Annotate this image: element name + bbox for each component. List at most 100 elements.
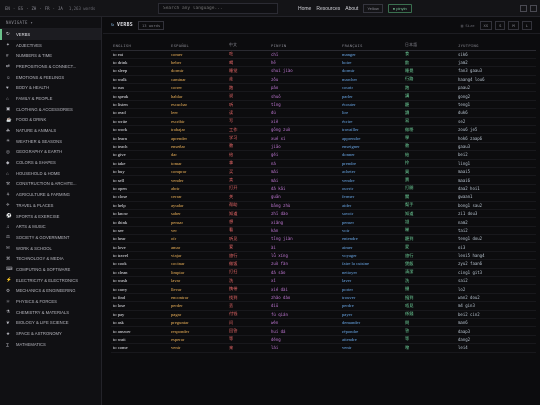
table-row[interactable]: to buy comprar 买 mǎi acheter 買 maai5 bbox=[111, 167, 536, 177]
table-row[interactable]: to walk caminar 走 zǒu marcher 行路 haang4 lou6 bbox=[111, 75, 536, 85]
sidebar-item-food-drink[interactable]: ☕ FOOD & DRINK bbox=[0, 115, 101, 126]
english-cell: to run bbox=[111, 83, 169, 93]
table-row[interactable]: to run correr 跑 pǎo courir 跑 paau2 bbox=[111, 83, 536, 93]
column-header-japanese[interactable]: 日本語 bbox=[403, 41, 456, 51]
table-row[interactable]: to wash lavar 洗 xǐ laver 洗 sai2 bbox=[111, 276, 536, 286]
size-s-button[interactable]: S bbox=[495, 21, 506, 30]
sidebar-item-label: ARTS & MUSIC bbox=[16, 224, 46, 230]
sidebar-item-geography-earth[interactable]: ◎ GEOGRAPHY & EARTH bbox=[0, 147, 101, 158]
table-row[interactable]: to ask preguntar 问 wèn demander 問 man6 bbox=[111, 318, 536, 328]
japanese-cell: 寫 bbox=[403, 117, 456, 127]
french-cell: parler bbox=[340, 91, 403, 101]
table-row[interactable]: to write escribir 写 xiě écrire 寫 se2 bbox=[111, 117, 536, 127]
table-row[interactable]: to love amar 爱 ài aimer 愛 oi3 bbox=[111, 242, 536, 252]
table-row[interactable]: to cook cocinar 做饭 zuò fàn faire la cuisine 煲… bbox=[111, 259, 536, 269]
table-row[interactable]: to speak hablar 说 shuō parler 講 gong2 bbox=[111, 91, 536, 101]
nav-resources-link[interactable]: Resources bbox=[316, 6, 340, 12]
sidebar-list: ↻ VERBS ✦ ADJECTIVES # NUMBERS & TIME ⇄ PREPOSI… bbox=[0, 29, 101, 350]
nav-about-link[interactable]: About bbox=[345, 6, 358, 12]
table-row[interactable]: to work trabajar 工作 gōng zuò travailler 做嘢 zou… bbox=[111, 125, 536, 135]
sidebar-item-household-home[interactable]: ⌂ HOUSEHOLD & HOME bbox=[0, 168, 101, 179]
sidebar-item-adjectives[interactable]: ✦ ADJECTIVES bbox=[0, 40, 101, 51]
pinyin-cell: ná bbox=[269, 159, 340, 168]
sidebar-item-society-government[interactable]: ⚖ SOCIETY & GOVERNMENT bbox=[0, 232, 101, 243]
table-row[interactable]: to find encontrar 找到 zhǎo dào trouver 搗到 wan2 … bbox=[111, 293, 536, 303]
sidebar-item-verbs[interactable]: ↻ VERBS bbox=[0, 29, 101, 40]
sidebar-item-body-health[interactable]: ♥ BODY & HEALTH bbox=[0, 82, 101, 93]
sidebar-item-work-school[interactable]: ✉ WORK & SCHOOL bbox=[0, 243, 101, 254]
column-header-chinese[interactable]: 中文 bbox=[227, 41, 269, 51]
lang-code[interactable]: ZH bbox=[32, 6, 37, 11]
pinyin-toggle[interactable]: ● pinyin bbox=[387, 4, 412, 13]
table-row[interactable]: to wait esperar 等 děng attendre 等 dang2 bbox=[111, 335, 536, 345]
sidebar-item-computing-software[interactable]: ⌨ COMPUTING & SOFTWARE bbox=[0, 264, 101, 275]
search-input[interactable] bbox=[158, 3, 278, 14]
table-row[interactable]: to sleep dormir 睡觉 shuì jiào dormir 睡覺 fan3 ga… bbox=[111, 66, 536, 76]
size-l-button[interactable]: L bbox=[521, 21, 532, 30]
lang-code[interactable]: JA bbox=[58, 6, 63, 11]
table-row[interactable]: to travel viajar 旅行 lǚ xíng voyager 旅行 leoi5 h… bbox=[111, 251, 536, 261]
sidebar-item-mathematics[interactable]: ∑ MATHEMATICS bbox=[0, 339, 101, 350]
table-row[interactable]: to help ayudar 帮助 bāng zhù aider 幫手 bong1 sau2 bbox=[111, 201, 536, 210]
table-row[interactable]: to sell vender 卖 mài vendre 賣 maai6 bbox=[111, 175, 536, 185]
sidebar-item-nature-animals[interactable]: ☘ NATURE & ANIMALS bbox=[0, 125, 101, 136]
sidebar-heading[interactable]: NAVIGATE ▾ bbox=[0, 17, 101, 29]
sidebar-item-sports-exercise[interactable]: ⚽ SPORTS & EXERCISE bbox=[0, 211, 101, 222]
sidebar-item-travel-places[interactable]: ✈ TRAVEL & PLACES bbox=[0, 200, 101, 211]
mode-pill[interactable]: Yellow bbox=[363, 4, 383, 13]
sidebar-item-technology-media[interactable]: ⌘ TECHNOLOGY & MEDIA bbox=[0, 253, 101, 264]
table-row[interactable]: to open abrir 打开 dǎ kāi ouvrir 打開 daa2 hoi1 bbox=[111, 184, 536, 194]
size-m-button[interactable]: M bbox=[508, 21, 519, 30]
table-row[interactable]: to lose perder 丢 diū perdre 唔見 m4 gin3 bbox=[111, 301, 536, 311]
nav-home-link[interactable]: Home bbox=[298, 6, 311, 12]
table-row[interactable]: to take tomar 拿 ná prendre 拎 ling1 bbox=[111, 159, 536, 168]
table-row[interactable]: to hear oír 听见 tīng jiàn entendre 聽到 teng1 dou… bbox=[111, 234, 536, 244]
table-row[interactable]: to answer responder 回答 huí dá répondre 答 daap3 bbox=[111, 326, 536, 336]
sidebar-item-emotions-feelings[interactable]: ☺ EMOTIONS & FEELINGS bbox=[0, 72, 101, 83]
table-row[interactable]: to see ver 看 kàn voir 睇 tai2 bbox=[111, 226, 536, 236]
table-row[interactable]: to close cerrar 关 guān fermer 關 gwaan1 bbox=[111, 192, 536, 202]
sidebar-item-chemistry-materials[interactable]: ⚗ CHEMISTRY & MATERIALS bbox=[0, 307, 101, 318]
settings-icon[interactable] bbox=[520, 5, 527, 12]
sidebar-item-space-astronomy[interactable]: ★ SPACE & ASTRONOMY bbox=[0, 328, 101, 339]
table-row[interactable]: to come venir 来 lái venir 嚟 lei4 bbox=[111, 343, 536, 353]
sidebar-item-agriculture-farming[interactable]: ⚘ AGRICULTURE & FARMING bbox=[0, 189, 101, 200]
table-row[interactable]: to pay pagar 付钱 fù qián payer 係錢 bei2 cin2 bbox=[111, 310, 536, 320]
vocabulary-table: ENGLISH ESPAÑOL 中文 PINYIN FRANÇAIS 日本語 J… bbox=[111, 41, 536, 353]
lang-code[interactable]: FR bbox=[45, 6, 50, 11]
sidebar-item-construction-archite[interactable]: ⚒ CONSTRUCTION & ARCHITE... bbox=[0, 179, 101, 190]
column-header-pinyin[interactable]: PINYIN bbox=[269, 41, 340, 51]
table-row[interactable]: to read leer 读 dú lire 讀 duk6 bbox=[111, 108, 536, 118]
table-row[interactable]: to learn aprender 学习 xué xí apprendre 學 hok6 z… bbox=[111, 133, 536, 143]
sidebar-item-electricity-electronics[interactable]: ⚡ ELECTRICITY & ELECTRONICS bbox=[0, 275, 101, 286]
column-header-french[interactable]: FRANÇAIS bbox=[340, 41, 403, 51]
column-header-english[interactable]: ENGLISH bbox=[111, 41, 169, 51]
table-row[interactable]: to carry llevar 携带 xié dài porter 攞 lo2 bbox=[111, 284, 536, 294]
sidebar-item-arts-music[interactable]: ♫ ARTS & MUSIC bbox=[0, 221, 101, 232]
column-header-spanish[interactable]: ESPAÑOL bbox=[169, 41, 227, 51]
table-row[interactable]: to give dar 给 gěi donner 給 bei2 bbox=[111, 150, 536, 160]
sidebar-item-weather-seasons[interactable]: ☀ WEATHER & SEASONS bbox=[0, 136, 101, 147]
table-row[interactable]: to teach enseñar 教 jiāo enseigner 教 gaau3 bbox=[111, 142, 536, 152]
lang-code[interactable]: ES bbox=[18, 6, 23, 11]
size-xs-button[interactable]: XS bbox=[479, 21, 493, 30]
lang-code[interactable]: EN bbox=[5, 6, 10, 11]
sidebar-item-physics-forces[interactable]: ⚛ PHYSICS & FORCES bbox=[0, 296, 101, 307]
table-row[interactable]: to drink beber 喝 hē boire 飲 jam2 bbox=[111, 58, 536, 68]
sidebar-item-mechanics-engineering[interactable]: ⚙ MECHANICS & ENGINEERING bbox=[0, 286, 101, 297]
sidebar-item-numbers-time[interactable]: # NUMBERS & TIME bbox=[0, 50, 101, 61]
pinyin-cell: fù qián bbox=[269, 310, 340, 320]
sidebar-item-biology-life-science[interactable]: ❦ BIOLOGY & LIFE SCIENCE bbox=[0, 318, 101, 329]
table-row[interactable]: to think pensar 想 xiǎng penser 諩 nam2 bbox=[111, 217, 536, 227]
category-icon: ∑ bbox=[6, 341, 10, 347]
column-header-jyutping[interactable]: JYUTPING bbox=[456, 41, 536, 51]
table-row[interactable]: to eat comer 吃 chī manger 食 sik6 bbox=[111, 50, 536, 59]
table-row[interactable]: to clean limpiar 打扫 dǎ sǎo nettoyer 清潔 cing1 g… bbox=[111, 268, 536, 278]
sidebar-item-prepositions-connect[interactable]: ⇄ PREPOSITIONS & CONNECT... bbox=[0, 61, 101, 72]
table-row[interactable]: to know saber 知道 zhī dào savoir 知道 zi1 dou3 bbox=[111, 209, 536, 219]
table-row[interactable]: to listen escuchar 听 tīng écouter 聽 teng1 bbox=[111, 100, 536, 110]
sidebar-item-family-people[interactable]: ⌂ FAMILY & PEOPLE bbox=[0, 93, 101, 104]
menu-icon[interactable] bbox=[530, 5, 537, 12]
sidebar-item-colors-shapes[interactable]: ◆ COLORS & SHAPES bbox=[0, 157, 101, 168]
sidebar-item-clothing-accessories[interactable]: ▣ CLOTHING & ACCESSORIES bbox=[0, 104, 101, 115]
